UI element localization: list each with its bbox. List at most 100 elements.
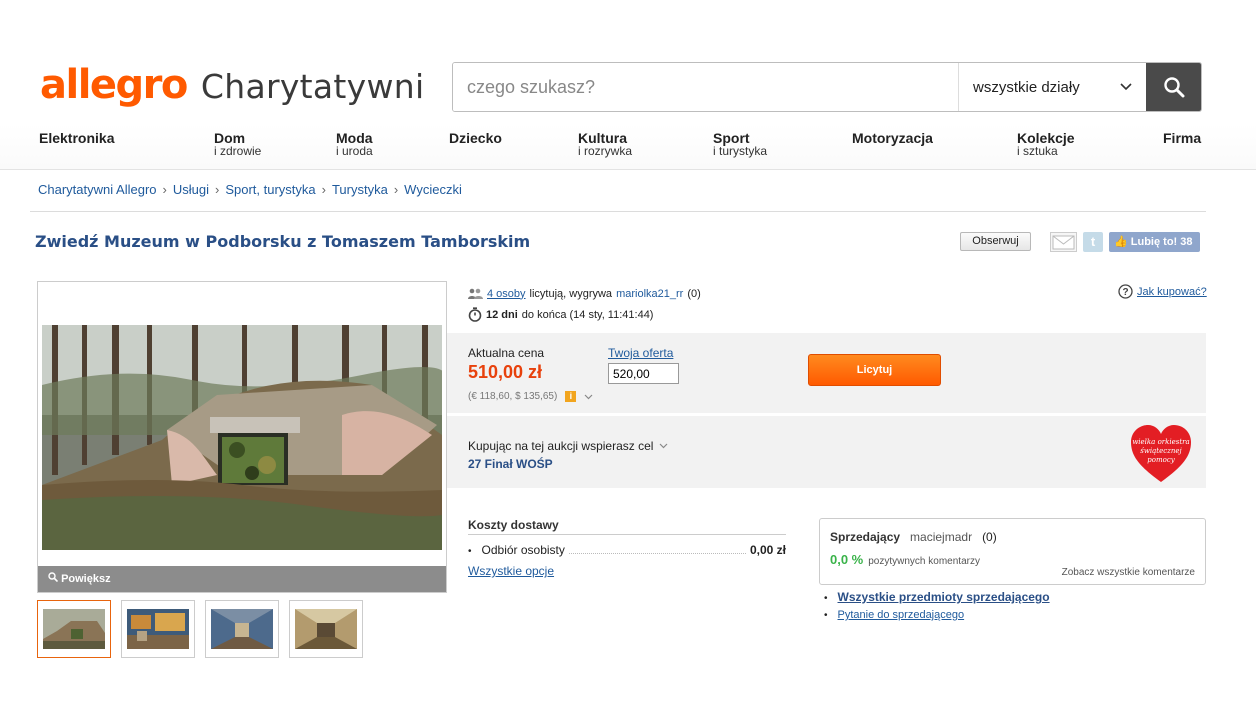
all-shipping-options-link[interactable]: Wszystkie opcje bbox=[468, 564, 554, 578]
bullet: • bbox=[824, 593, 828, 604]
share-twitter-button[interactable]: t bbox=[1083, 232, 1103, 252]
facebook-like-button[interactable]: 👍 Lubię to! 38 bbox=[1109, 232, 1200, 252]
image-gallery: Powiększ bbox=[37, 281, 447, 593]
thumbnail[interactable] bbox=[205, 600, 279, 658]
chevron-down-icon[interactable] bbox=[659, 443, 668, 449]
wosp-heart-logo: wielka orkiestra świątecznej pomocy bbox=[1131, 425, 1191, 482]
winner-link[interactable]: mariolka21_rr bbox=[616, 288, 683, 300]
stopwatch-icon bbox=[468, 307, 482, 322]
breadcrumb-link[interactable]: Turystyka bbox=[332, 182, 388, 197]
nav-item-sublabel: i zdrowie bbox=[214, 144, 262, 158]
nav-item-label: Dziecko bbox=[449, 130, 502, 146]
breadcrumb-separator: › bbox=[214, 182, 220, 197]
seller-links: • Wszystkie przedmioty sprzedającego • P… bbox=[824, 590, 1050, 628]
svg-text:wielka orkiestra: wielka orkiestra bbox=[1132, 438, 1189, 446]
share-email-button[interactable] bbox=[1050, 232, 1077, 252]
search-bar: wszystkie działy bbox=[452, 62, 1202, 112]
your-offer-label[interactable]: Twoja oferta bbox=[608, 346, 673, 360]
people-icon bbox=[468, 288, 483, 299]
chevron-down-icon[interactable] bbox=[584, 394, 593, 400]
thumbnail-image bbox=[43, 609, 105, 649]
thumbnail[interactable] bbox=[289, 600, 363, 658]
nav-item-label: Elektronika bbox=[39, 130, 115, 146]
offer-input[interactable] bbox=[608, 363, 679, 384]
breadcrumb-link[interactable]: Sport, turystyka bbox=[225, 182, 315, 197]
help-icon: ? bbox=[1118, 284, 1133, 299]
search-input[interactable] bbox=[453, 63, 958, 111]
svg-text:pomocy: pomocy bbox=[1147, 456, 1175, 464]
charity-text: Kupując na tej aukcji wspierasz cel bbox=[468, 439, 654, 453]
nav-item-motoryzacja[interactable]: Motoryzacja bbox=[852, 130, 933, 146]
breadcrumb-link[interactable]: Usługi bbox=[173, 182, 209, 197]
price-label: Aktualna cena bbox=[468, 346, 545, 360]
breadcrumb: Charytatywni Allegro › Usługi › Sport, tur… bbox=[38, 182, 462, 197]
shipping-section: Koszty dostawy • Odbiór osobisty 0,00 zł… bbox=[468, 518, 786, 578]
ask-seller-link[interactable]: Pytanie do sprzedającego bbox=[838, 609, 965, 621]
positive-percentage: 0,0 % bbox=[830, 552, 864, 567]
nav-item-dziecko[interactable]: Dziecko bbox=[449, 130, 502, 146]
nav-item-label: Motoryzacja bbox=[852, 130, 933, 146]
breadcrumb-separator: › bbox=[162, 182, 167, 197]
dot-leader bbox=[568, 553, 746, 554]
nav-item-elektronika[interactable]: Elektronika bbox=[39, 130, 115, 146]
thumbnail-image bbox=[127, 609, 189, 649]
nav-item-moda[interactable]: Moda i uroda bbox=[336, 131, 373, 158]
like-label: Lubię to! bbox=[1130, 236, 1178, 248]
magnifier-icon bbox=[48, 572, 59, 583]
auction-status: 4 osoby licytują, wygrywa mariolka21_rr … bbox=[468, 283, 701, 325]
thumbnail-image bbox=[295, 609, 357, 649]
envelope-icon bbox=[1052, 235, 1075, 250]
nav-item-sport[interactable]: Sport i turystyka bbox=[713, 131, 768, 158]
zoom-label: Powiększ bbox=[61, 573, 111, 585]
shipping-heading: Koszty dostawy bbox=[468, 518, 786, 535]
nav-item-sublabel: i turystyka bbox=[713, 144, 768, 158]
search-icon bbox=[1163, 77, 1184, 98]
nav-item-label: Firma bbox=[1163, 130, 1202, 146]
zoom-bar[interactable]: Powiększ bbox=[38, 566, 446, 592]
nav-item-kolekcje[interactable]: Kolekcje i sztuka bbox=[1017, 131, 1075, 158]
all-seller-items-link[interactable]: Wszystkie przedmioty sprzedającego bbox=[838, 590, 1050, 604]
breadcrumb-link[interactable]: Wycieczki bbox=[404, 182, 462, 197]
bidding-text: licytują, wygrywa bbox=[529, 287, 613, 300]
thumbs-up-icon: 👍 bbox=[1114, 236, 1128, 248]
days-left: 12 dni bbox=[486, 308, 518, 321]
see-all-comments-link[interactable]: Zobacz wszystkie komentarze bbox=[1062, 567, 1195, 578]
breadcrumb-separator: › bbox=[321, 182, 326, 197]
main-photo[interactable] bbox=[42, 325, 442, 550]
how-to-buy[interactable]: ? Jak kupować? bbox=[1118, 284, 1207, 299]
charity-panel: Kupując na tej aukcji wspierasz cel 27 F… bbox=[447, 416, 1206, 488]
seller-box: Sprzedający maciejmadr (0) 0,0 % pozytyw… bbox=[819, 518, 1206, 585]
bullet: • bbox=[468, 546, 472, 557]
shipping-price: 0,00 zł bbox=[749, 543, 786, 557]
svg-text:?: ? bbox=[1122, 287, 1128, 298]
nav-item-firma[interactable]: Firma bbox=[1163, 130, 1202, 146]
category-select-label: wszystkie działy bbox=[973, 78, 1080, 96]
nav-item-dom[interactable]: Dom i zdrowie bbox=[214, 131, 262, 158]
seller-name-link[interactable]: maciejmadr bbox=[910, 530, 972, 544]
bunker-photo bbox=[42, 325, 442, 550]
category-nav: Elektronika Dom i zdrowie Moda i uroda Dzi… bbox=[0, 124, 1256, 170]
bidders-link[interactable]: 4 osoby bbox=[487, 288, 526, 300]
search-button[interactable] bbox=[1146, 63, 1201, 111]
svg-text:świątecznej: świątecznej bbox=[1140, 447, 1182, 455]
observe-button[interactable]: Obserwuj bbox=[960, 232, 1031, 251]
thumbnail[interactable] bbox=[37, 600, 111, 658]
allegro-logo[interactable]: allegro Charytatywni bbox=[40, 62, 424, 112]
winner-rating: (0) bbox=[687, 287, 701, 300]
breadcrumb-link[interactable]: Charytatywni Allegro bbox=[38, 182, 157, 197]
info-icon[interactable]: i bbox=[565, 391, 577, 402]
charity-name[interactable]: 27 Finał WOŚP bbox=[468, 457, 553, 471]
nav-item-sublabel: i rozrywka bbox=[578, 144, 633, 158]
brand-name: allegro bbox=[40, 62, 188, 108]
nav-item-kultura[interactable]: Kultura i rozrywka bbox=[578, 131, 633, 158]
how-to-buy-link[interactable]: Jak kupować? bbox=[1137, 286, 1207, 298]
twitter-icon: t bbox=[1090, 234, 1096, 249]
thumbnail-image bbox=[211, 609, 273, 649]
thumbnail[interactable] bbox=[121, 600, 195, 658]
current-price: 510,00 zł bbox=[468, 362, 543, 382]
category-select[interactable]: wszystkie działy bbox=[958, 63, 1146, 111]
bid-button[interactable]: Licytuj bbox=[808, 354, 941, 386]
page-title: Zwiedź Muzeum w Podborsku z Tomaszem Tam… bbox=[35, 232, 531, 251]
breadcrumb-separator: › bbox=[393, 182, 399, 197]
seller-rating: (0) bbox=[982, 530, 997, 544]
